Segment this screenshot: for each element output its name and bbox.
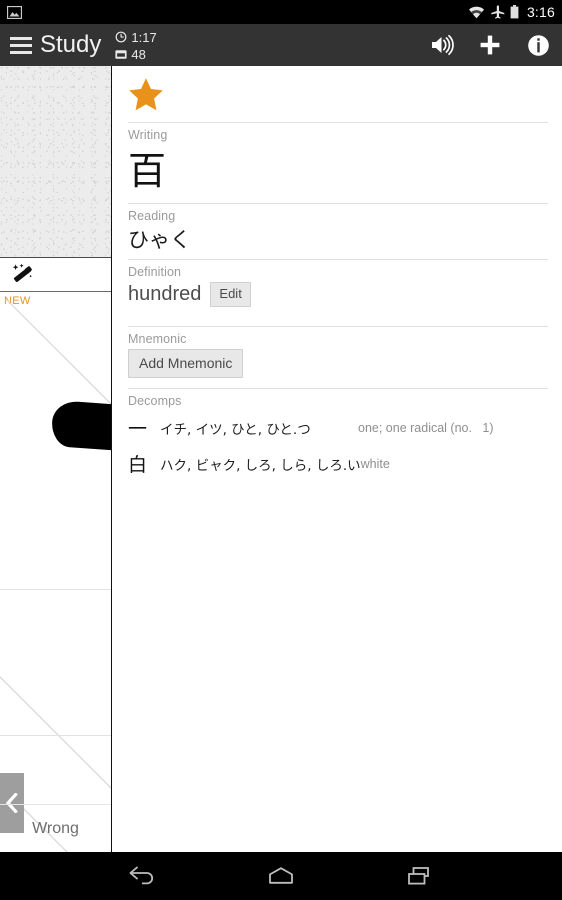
edit-definition-button[interactable]: Edit [210, 281, 251, 307]
panel-divider-1 [0, 589, 111, 590]
writing-hint-row[interactable] [0, 259, 111, 292]
definition-section: Definition hundred Edit [128, 259, 548, 326]
decomp-row[interactable]: 一 イチ, イツ, ひと, ひと.つ one; one radical (no.… [128, 411, 548, 444]
magic-wand-icon[interactable] [10, 263, 36, 287]
decomp-readings: ハク, ビャク, しろ, しら, しろ.い [160, 457, 361, 474]
clock-icon [115, 31, 127, 43]
android-status-bar: 3:16 [0, 0, 562, 24]
writing-canvas-texture[interactable] [0, 66, 111, 258]
recent-apps-icon[interactable] [391, 852, 447, 900]
writing-section: Writing 百 [128, 122, 548, 203]
study-timer: 1:17 [115, 29, 157, 45]
add-mnemonic-button[interactable]: Add Mnemonic [128, 349, 244, 378]
decomp-glyph: 一 [128, 418, 148, 440]
decomp-meaning: white [360, 456, 390, 471]
study-stats: 1:17 48 [115, 28, 157, 62]
decomp-glyph: 白 [128, 454, 148, 476]
cards-remaining-value: 48 [131, 46, 146, 62]
definition-row: hundred Edit [128, 281, 548, 307]
decomp-meaning: one; one radical (no. 1) [358, 420, 494, 435]
android-nav-bar [0, 852, 562, 900]
battery-icon [510, 5, 519, 19]
wrong-button[interactable]: Wrong [0, 804, 111, 852]
status-bar-notifications [7, 5, 22, 19]
hamburger-menu-icon[interactable] [0, 24, 38, 66]
writing-practice-panel[interactable]: NEW Wrong [0, 66, 112, 852]
decomps-section: Decomps 一 イチ, イツ, ひと, ひと.つ one; one radi… [128, 388, 548, 508]
wifi-icon [468, 6, 484, 18]
home-icon[interactable] [253, 852, 309, 900]
stroke-guide-lines [0, 298, 111, 852]
back-arrow-icon[interactable] [115, 852, 171, 900]
app-root: 3:16 Study 1:17 48 NEW Wrong Writing 百 R… [0, 0, 562, 900]
definition-value: hundred [128, 283, 202, 305]
info-icon[interactable] [514, 24, 562, 66]
status-bar-system-icons: 3:16 [468, 4, 555, 20]
writing-label: Writing [128, 128, 168, 142]
star-row [128, 66, 548, 122]
decomps-label: Decomps [128, 394, 182, 408]
app-action-bar: Study 1:17 48 [0, 24, 562, 66]
image-icon [7, 5, 22, 19]
volume-icon[interactable] [418, 24, 466, 66]
status-bar-clock: 3:16 [526, 4, 555, 20]
study-timer-value: 1:17 [131, 29, 157, 45]
decomp-row[interactable]: 白 ハク, ビャク, しろ, しら, しろ.い white [128, 447, 548, 480]
star-filled-icon[interactable] [128, 77, 164, 112]
definition-label: Definition [128, 265, 182, 279]
wrong-button-label: Wrong [32, 819, 79, 837]
reading-section: Reading ひゃく [128, 203, 548, 259]
panel-divider-2 [0, 735, 111, 736]
writing-stroke-area[interactable]: NEW [0, 293, 111, 852]
inbox-icon [115, 49, 127, 59]
reading-value: ひゃく [128, 228, 191, 252]
card-detail-pane: Writing 百 Reading ひゃく Definition hundred… [113, 66, 562, 852]
airplane-mode-icon [491, 5, 505, 19]
action-bar-buttons [418, 24, 562, 66]
mnemonic-actions: Add Mnemonic [128, 349, 548, 378]
decomp-readings: イチ, イツ, ひと, ひと.つ [160, 421, 311, 438]
cards-remaining: 48 [115, 46, 156, 62]
reading-label: Reading [128, 209, 176, 223]
mnemonic-label: Mnemonic [128, 332, 187, 346]
writing-value: 百 [128, 149, 167, 193]
mnemonic-section: Mnemonic Add Mnemonic [128, 326, 548, 388]
page-title: Study [40, 31, 102, 58]
add-icon[interactable] [466, 24, 514, 66]
